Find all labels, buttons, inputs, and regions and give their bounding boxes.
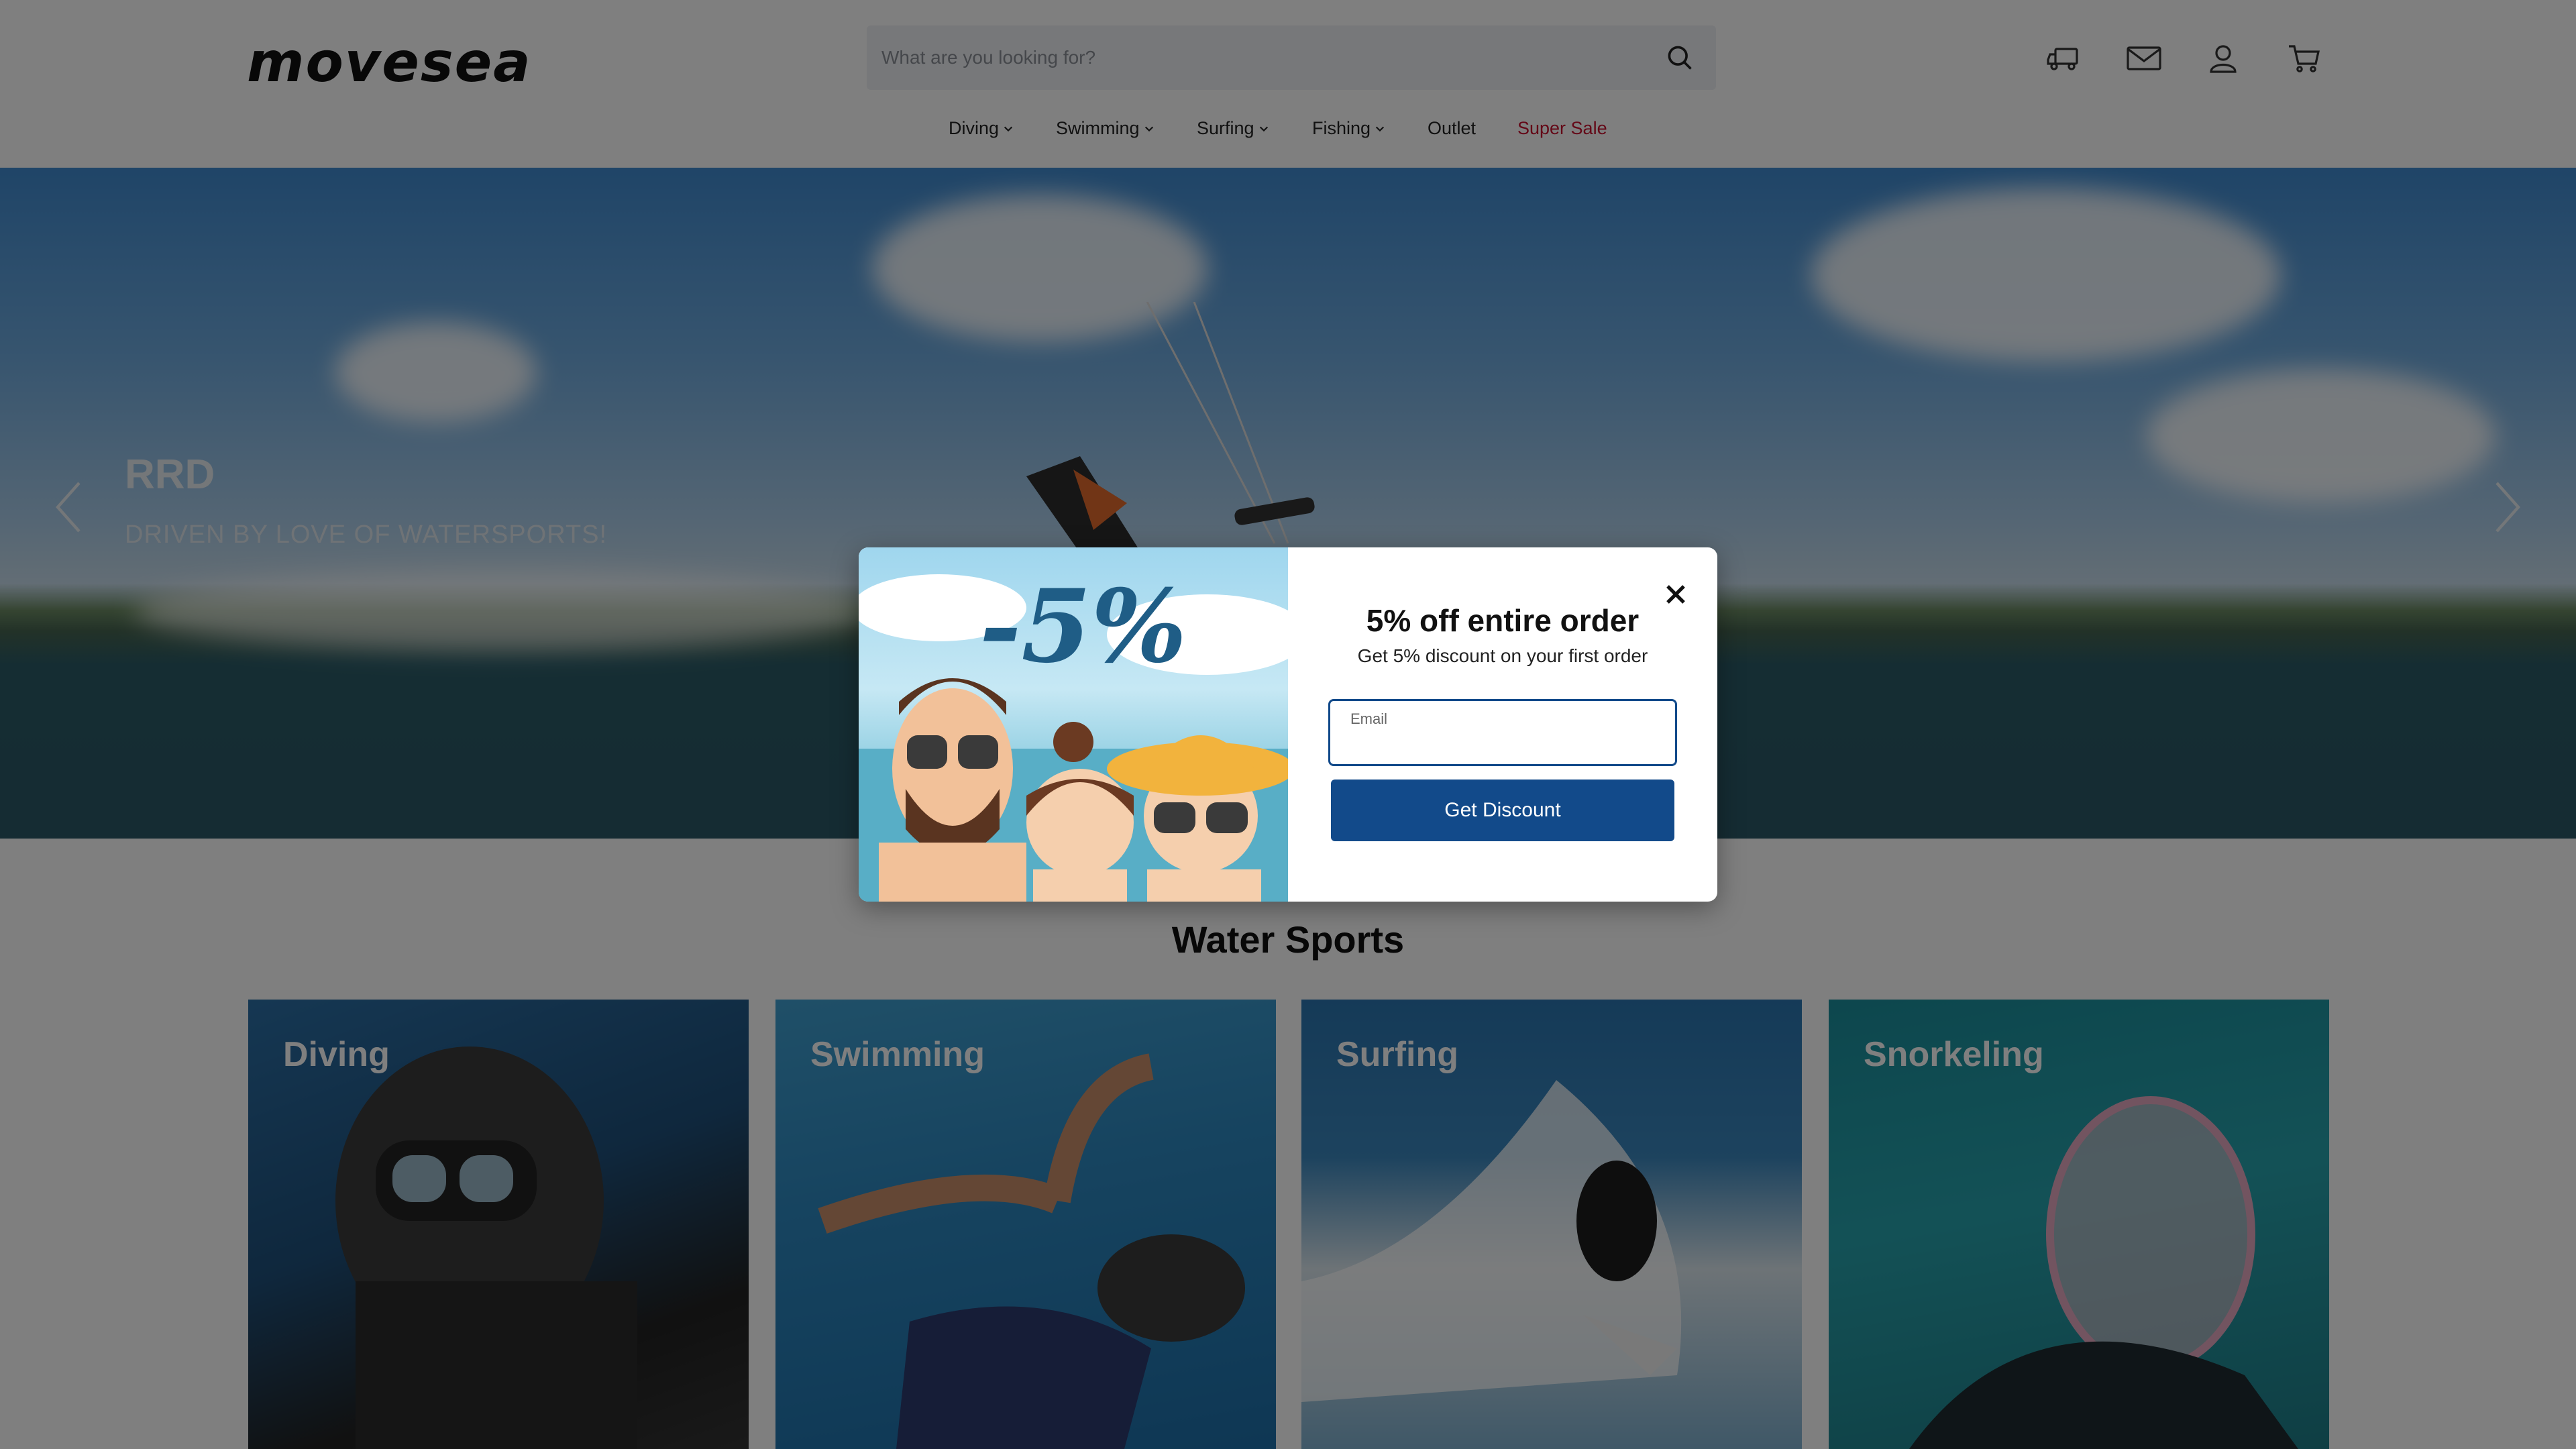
- modal-content: 5% off entire order Get 5% discount on y…: [1288, 547, 1717, 902]
- email-input[interactable]: [1349, 732, 1658, 759]
- discount-modal: -5% 5% off entire order Get 5% discount …: [859, 547, 1717, 902]
- discount-badge: -5%: [979, 568, 1187, 686]
- email-field[interactable]: Email: [1328, 699, 1677, 766]
- modal-subtitle: Get 5% discount on your first order: [1357, 645, 1648, 666]
- modal-title: 5% off entire order: [1366, 603, 1640, 638]
- email-label: Email: [1350, 710, 1388, 727]
- discount-illustration: -5%: [859, 547, 1288, 902]
- get-discount-button[interactable]: Get Discount: [1331, 780, 1674, 841]
